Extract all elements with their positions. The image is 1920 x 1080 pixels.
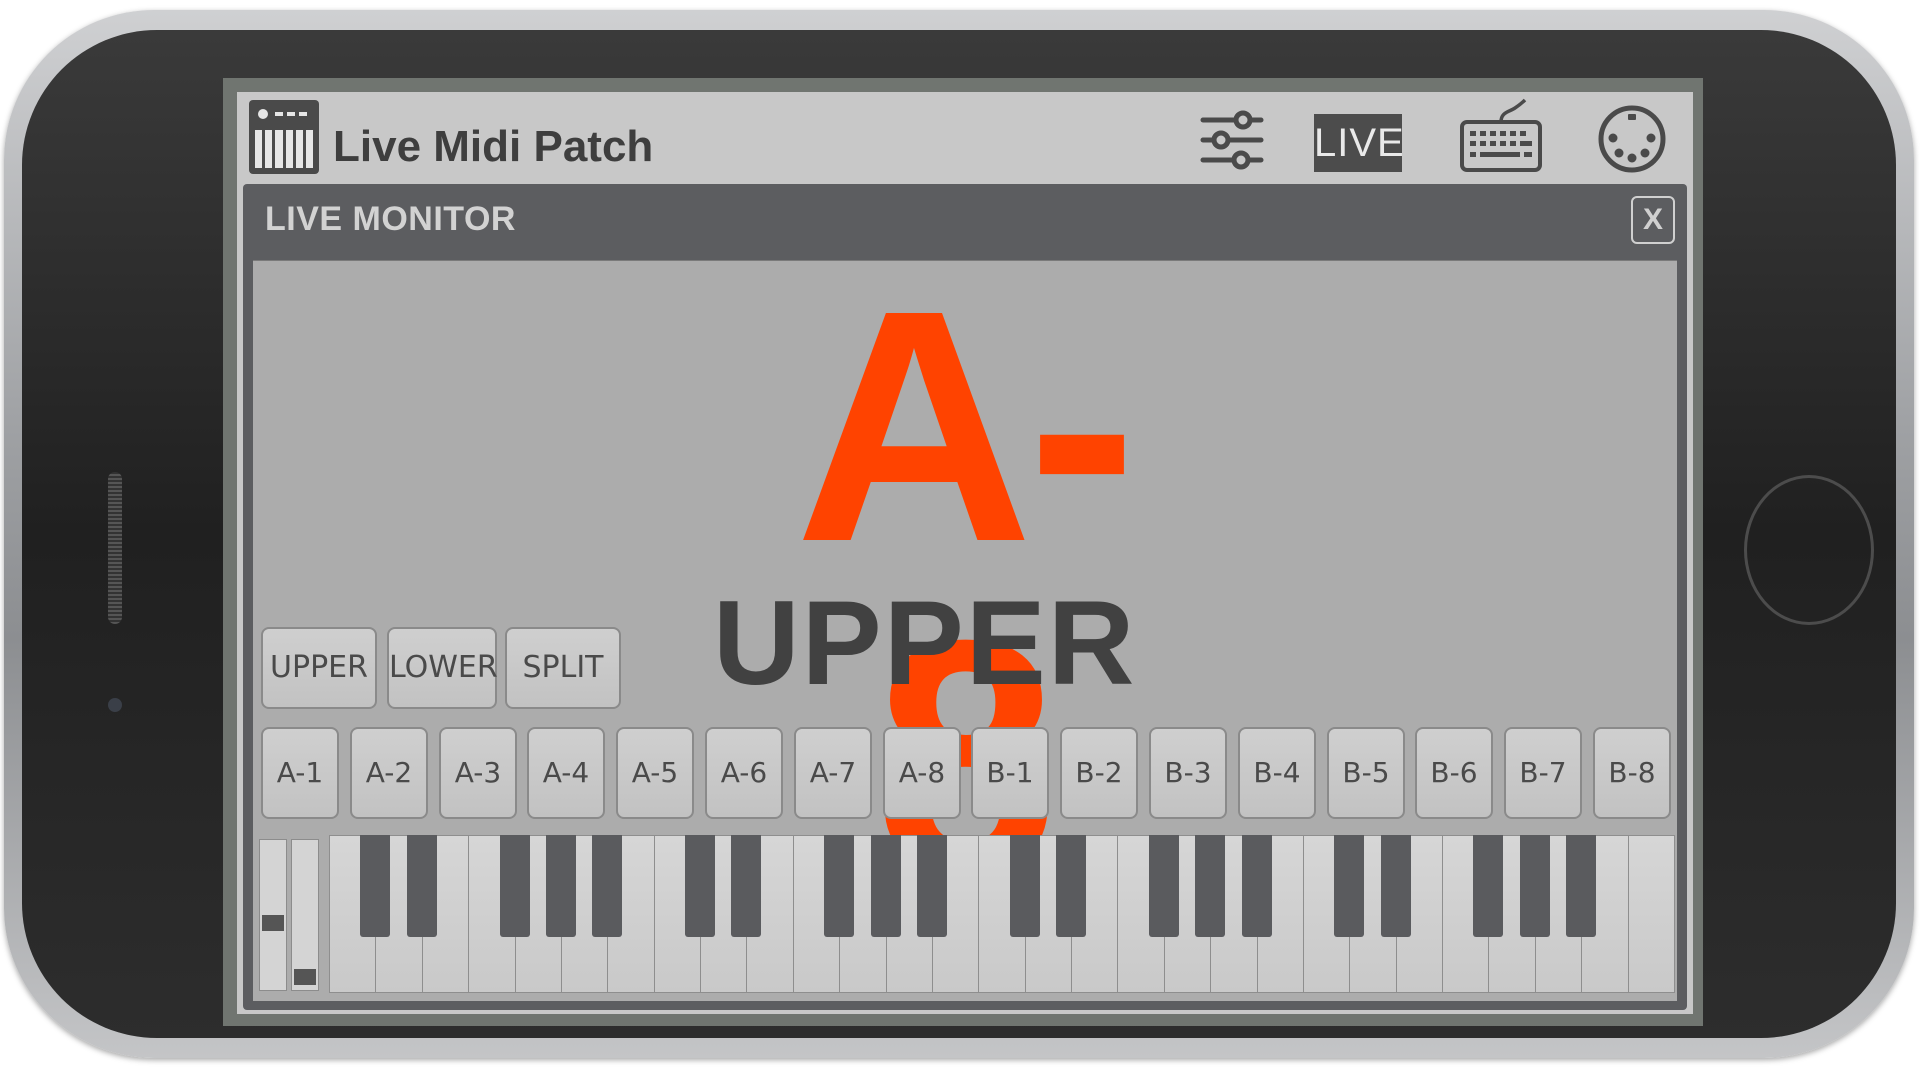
- live-button[interactable]: LIVE: [1314, 114, 1404, 172]
- current-part-display: UPPER: [713, 576, 1137, 710]
- patch-button-b-7[interactable]: B-7: [1504, 727, 1582, 819]
- black-key[interactable]: [824, 835, 855, 937]
- live-monitor-panel: LIVE MONITOR X A-8 UPPER UPPER LOWER SPLIT…: [243, 184, 1687, 1010]
- patch-button-b-6[interactable]: B-6: [1415, 727, 1493, 819]
- black-key[interactable]: [545, 835, 576, 937]
- app-window: Live Midi Patch LIVE LIVE MONITOR X A-8 …: [237, 92, 1693, 1014]
- patch-button-b-1[interactable]: B-1: [971, 727, 1049, 819]
- black-key[interactable]: [1519, 835, 1550, 937]
- slider-thumb[interactable]: [262, 915, 284, 931]
- patch-button-a-4[interactable]: A-4: [527, 727, 605, 819]
- black-key[interactable]: [916, 835, 947, 937]
- patch-button-a-7[interactable]: A-7: [794, 727, 872, 819]
- pitch-bend-slider[interactable]: [259, 839, 287, 991]
- patch-button-b-8[interactable]: B-8: [1593, 727, 1671, 819]
- mode-button-upper[interactable]: UPPER: [261, 627, 377, 709]
- logo-dots: [258, 109, 307, 119]
- black-key[interactable]: [1334, 835, 1365, 937]
- slider-thumb[interactable]: [294, 969, 316, 985]
- phone-speaker: [108, 472, 122, 624]
- phone-camera: [108, 698, 122, 712]
- title-bar: Live Midi Patch LIVE: [237, 92, 1693, 184]
- black-key[interactable]: [870, 835, 901, 937]
- piano-keys: [329, 835, 1675, 993]
- patch-button-b-3[interactable]: B-3: [1149, 727, 1227, 819]
- black-key[interactable]: [360, 835, 391, 937]
- live-monitor-body: A-8 UPPER UPPER LOWER SPLIT A-1 A-2 A-3 A-4 A-…: [253, 260, 1677, 1001]
- black-key[interactable]: [1566, 835, 1597, 937]
- patch-button-b-5[interactable]: B-5: [1327, 727, 1405, 819]
- black-key[interactable]: [1241, 835, 1272, 937]
- mode-button-split[interactable]: SPLIT: [505, 627, 621, 709]
- phone-frame: Live Midi Patch LIVE LIVE MONITOR X A-8 …: [4, 10, 1914, 1058]
- black-key[interactable]: [1380, 835, 1411, 937]
- mixer-sliders-icon[interactable]: [1197, 104, 1267, 174]
- logo-keys: [255, 130, 314, 168]
- patch-button-a-2[interactable]: A-2: [350, 727, 428, 819]
- white-key[interactable]: [1627, 835, 1675, 993]
- live-monitor-title: LIVE MONITOR: [265, 200, 516, 238]
- modulation-slider[interactable]: [291, 839, 319, 991]
- patch-button-a-3[interactable]: A-3: [439, 727, 517, 819]
- phone-home-button[interactable]: [1744, 475, 1874, 625]
- black-key[interactable]: [1009, 835, 1040, 937]
- patch-button-b-4[interactable]: B-4: [1238, 727, 1316, 819]
- patch-button-b-2[interactable]: B-2: [1060, 727, 1138, 819]
- black-key[interactable]: [1148, 835, 1179, 937]
- black-key[interactable]: [731, 835, 762, 937]
- patch-button-a-1[interactable]: A-1: [261, 727, 339, 819]
- black-key[interactable]: [1195, 835, 1226, 937]
- mode-button-lower[interactable]: LOWER: [387, 627, 498, 709]
- screen: Live Midi Patch LIVE LIVE MONITOR X A-8 …: [223, 78, 1703, 1026]
- app-title: Live Midi Patch: [333, 122, 654, 171]
- piano-keyboard: [253, 831, 1677, 993]
- patch-button-a-5[interactable]: A-5: [616, 727, 694, 819]
- patch-button-a-8[interactable]: A-8: [883, 727, 961, 819]
- black-key[interactable]: [685, 835, 716, 937]
- midi-din-icon[interactable]: [1597, 102, 1667, 176]
- patch-button-a-6[interactable]: A-6: [705, 727, 783, 819]
- black-key[interactable]: [406, 835, 437, 937]
- black-key[interactable]: [499, 835, 530, 937]
- keyboard-icon[interactable]: [1459, 98, 1543, 174]
- app-logo-icon: [249, 100, 319, 174]
- black-key[interactable]: [1056, 835, 1087, 937]
- close-button[interactable]: X: [1631, 196, 1675, 244]
- black-key[interactable]: [592, 835, 623, 937]
- black-key[interactable]: [1473, 835, 1504, 937]
